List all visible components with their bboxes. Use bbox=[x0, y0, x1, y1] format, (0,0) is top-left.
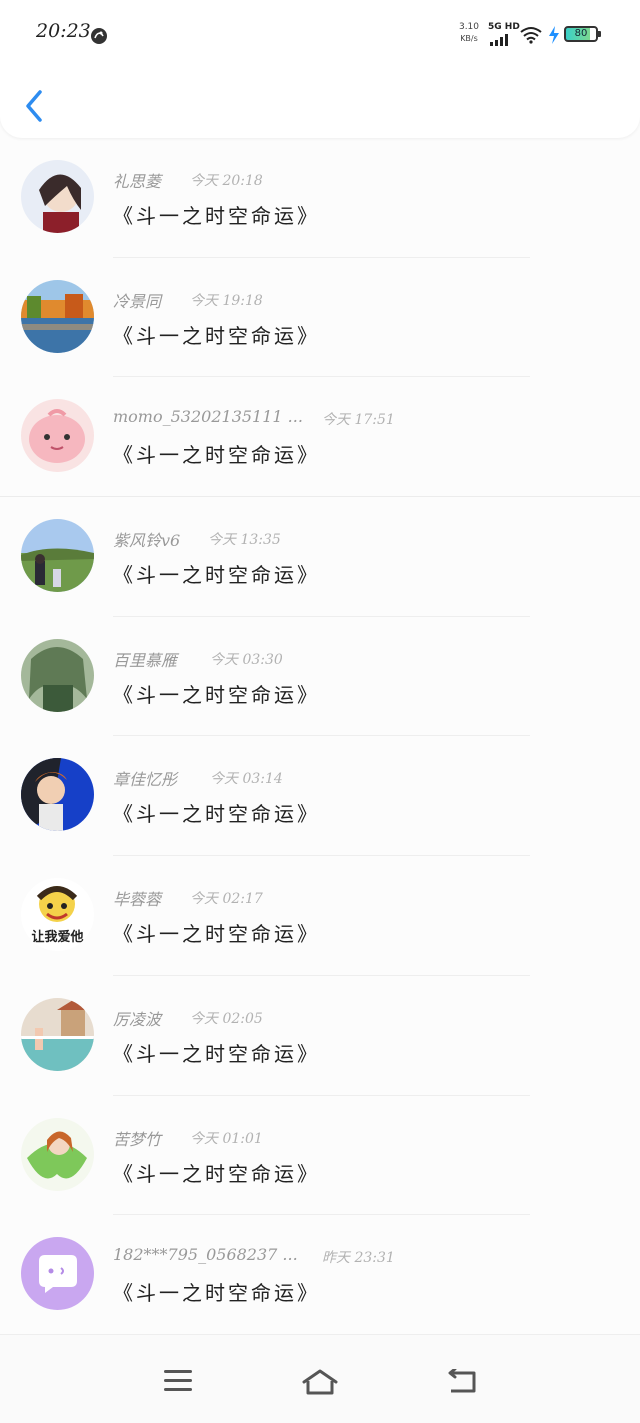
message-time: 今天 17:51 bbox=[322, 412, 395, 429]
message-item[interactable]: 章佳忆彤 今天 03:14 《斗一之时空命运》 bbox=[0, 736, 640, 857]
message-time: 今天 02:17 bbox=[190, 891, 263, 908]
message-item[interactable]: momo_53202135111 ... 今天 17:51 《斗一之时空命运》 bbox=[0, 377, 640, 498]
sender-name: 182***795_0568237 ... bbox=[113, 1245, 298, 1265]
message-item[interactable]: 苦梦竹 今天 01:01 《斗一之时空命运》 bbox=[0, 1096, 640, 1216]
avatar[interactable] bbox=[21, 997, 94, 1071]
message-item[interactable]: 百里慕雁 今天 03:30 《斗一之时空命运》 bbox=[0, 617, 640, 737]
message-text: 《斗一之时空命运》 bbox=[113, 443, 320, 468]
message-text: 《斗一之时空命运》 bbox=[113, 323, 320, 348]
message-item[interactable]: 厉凌波 今天 02:05 《斗一之时空命运》 bbox=[0, 976, 640, 1096]
sender-name: 厉凌波 bbox=[113, 1009, 162, 1029]
menu-button[interactable] bbox=[164, 1369, 192, 1393]
sender-name: 苦梦竹 bbox=[113, 1129, 162, 1149]
sender-name: 百里慕雁 bbox=[113, 650, 178, 670]
avatar[interactable] bbox=[21, 399, 94, 473]
avatar[interactable] bbox=[21, 638, 94, 712]
signal-icon bbox=[490, 34, 508, 46]
back-button[interactable] bbox=[20, 86, 50, 126]
sender-name: 章佳忆彤 bbox=[113, 770, 178, 790]
message-time: 今天 19:18 bbox=[190, 292, 263, 309]
message-text: 《斗一之时空命运》 bbox=[113, 802, 320, 827]
status-time: 20:23 bbox=[36, 20, 91, 42]
message-item[interactable]: 冷景同 今天 19:18 《斗一之时空命运》 bbox=[0, 258, 640, 378]
message-time: 今天 03:30 bbox=[210, 651, 283, 668]
message-time: 今天 01:01 bbox=[190, 1130, 263, 1147]
top-bar: 20:23 3.10 KB/s 5G HD 80 bbox=[0, 0, 640, 138]
avatar[interactable] bbox=[21, 160, 94, 233]
message-time: 昨天 23:31 bbox=[322, 1250, 395, 1267]
message-time: 今天 13:35 bbox=[208, 532, 281, 549]
message-text: 《斗一之时空命运》 bbox=[113, 922, 320, 947]
system-nav-bar bbox=[0, 1334, 640, 1423]
battery-indicator: 80 bbox=[564, 26, 601, 42]
message-item[interactable]: 礼思菱 今天 20:18 《斗一之时空命运》 bbox=[0, 138, 640, 258]
wifi-icon bbox=[520, 27, 542, 44]
message-text: 《斗一之时空命运》 bbox=[113, 204, 320, 228]
message-item[interactable]: 182***795_0568237 ... 昨天 23:31 《斗一之时空命运》 bbox=[0, 1215, 640, 1335]
message-time: 今天 02:05 bbox=[190, 1010, 263, 1027]
home-button[interactable] bbox=[302, 1369, 338, 1395]
avatar[interactable] bbox=[21, 1237, 94, 1311]
sender-name: 冷景同 bbox=[113, 291, 162, 311]
avatar-caption: 让我爱他 bbox=[31, 930, 84, 946]
message-text: 《斗一之时空命运》 bbox=[113, 682, 320, 707]
avatar[interactable]: 让我爱他 bbox=[21, 878, 94, 952]
net-speed: 3.10 KB/s bbox=[458, 22, 480, 43]
message-time: 今天 03:14 bbox=[210, 771, 283, 788]
message-list: 礼思菱 今天 20:18 《斗一之时空命运》 冷景同 今天 19:18 《斗一之时空命运》… bbox=[0, 138, 640, 1335]
sender-name: 紫风铃v6 bbox=[113, 531, 181, 551]
network-type: 5G HD bbox=[488, 22, 520, 32]
message-item[interactable]: 紫风铃v6 今天 13:35 《斗一之时空命运》 bbox=[0, 497, 640, 617]
sender-name: 毕蓉蓉 bbox=[113, 890, 162, 910]
sender-name: 礼思菱 bbox=[113, 172, 162, 191]
message-time: 今天 20:18 bbox=[190, 173, 263, 189]
avatar[interactable] bbox=[21, 758, 94, 832]
message-text: 《斗一之时空命运》 bbox=[113, 563, 320, 588]
avatar[interactable] bbox=[21, 279, 94, 353]
charging-icon bbox=[549, 26, 559, 44]
app-notification-icon bbox=[91, 28, 107, 44]
message-text: 《斗一之时空命运》 bbox=[113, 1161, 320, 1186]
sender-name: momo_53202135111 ... bbox=[113, 407, 303, 427]
message-text: 《斗一之时空命运》 bbox=[113, 1281, 320, 1306]
message-text: 《斗一之时空命运》 bbox=[113, 1041, 320, 1066]
avatar[interactable] bbox=[21, 519, 94, 593]
avatar[interactable] bbox=[21, 1117, 94, 1191]
message-item[interactable]: 让我爱他 毕蓉蓉 今天 02:17 《斗一之时空命运》 bbox=[0, 856, 640, 976]
back-nav-button[interactable] bbox=[447, 1369, 477, 1393]
